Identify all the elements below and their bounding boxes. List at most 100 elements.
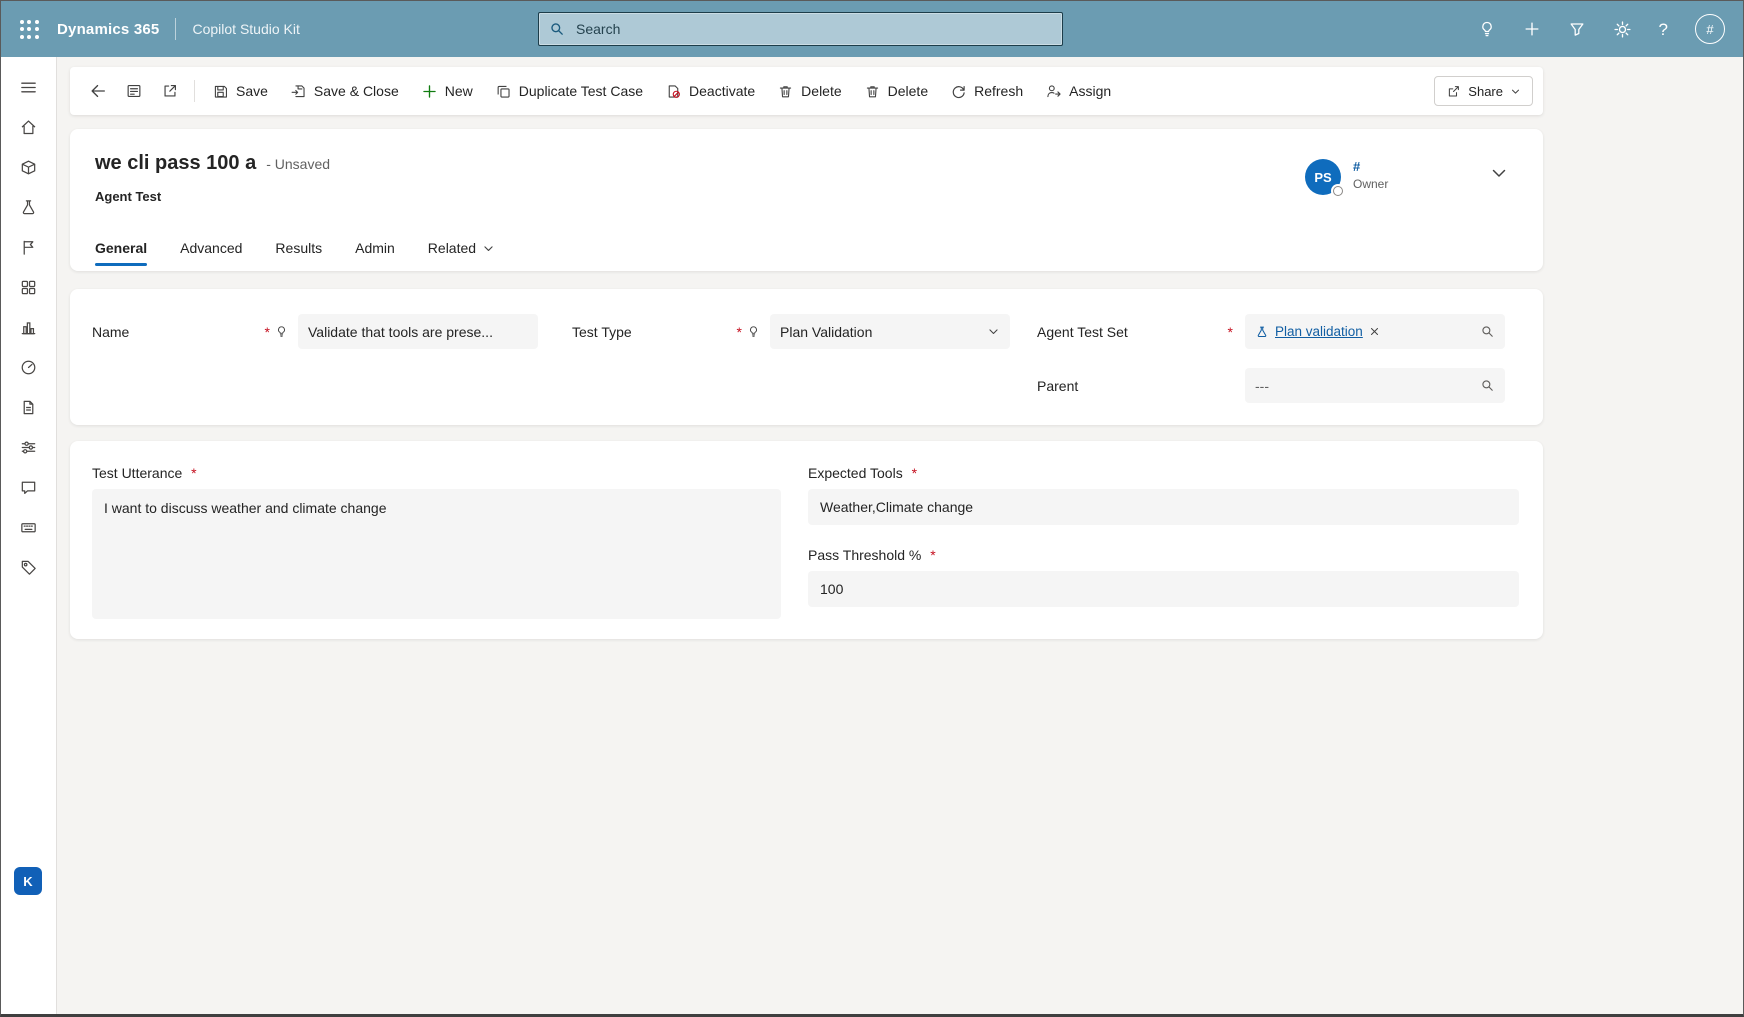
global-search-box[interactable]	[538, 12, 1063, 46]
lightbulb-icon[interactable]	[1478, 20, 1496, 38]
duplicate-test-case-button[interactable]: Duplicate Test Case	[484, 73, 654, 109]
record-save-status: - Unsaved	[266, 156, 331, 172]
filter-icon[interactable]	[1568, 20, 1586, 38]
home-icon[interactable]	[9, 107, 49, 147]
share-button[interactable]: Share	[1434, 76, 1533, 106]
required-marker: *	[191, 465, 197, 481]
user-avatar[interactable]: K	[14, 867, 42, 895]
collapse-header-button[interactable]	[1489, 163, 1509, 183]
save-and-close-button[interactable]: Save & Close	[279, 73, 410, 109]
new-button[interactable]: New	[410, 73, 484, 109]
owner-field[interactable]: PS # Owner	[1305, 159, 1389, 196]
topbar-actions: ? #	[1478, 1, 1725, 57]
refresh-icon	[950, 83, 967, 100]
delete-button-secondary[interactable]: Delete	[853, 73, 939, 109]
form-section-bottom: Test Utterance * I want to discuss weath…	[70, 441, 1543, 639]
box-icon[interactable]	[9, 147, 49, 187]
deactivate-button[interactable]: Deactivate	[654, 73, 766, 109]
form-switcher-button[interactable]	[116, 73, 152, 109]
owner-avatar: PS	[1305, 159, 1343, 196]
search-input[interactable]	[574, 20, 1052, 38]
test-type-dropdown[interactable]: Plan Validation	[770, 314, 1010, 349]
agent-test-set-field-label: Agent Test Set	[1037, 323, 1128, 340]
app-launcher-icon	[19, 19, 39, 39]
record-entity-label: Agent Test	[95, 189, 162, 204]
owner-name[interactable]: #	[1353, 159, 1388, 174]
chevron-down-icon	[987, 325, 1000, 338]
assign-icon	[1045, 83, 1062, 100]
sliders-icon[interactable]	[9, 427, 49, 467]
app-launcher-button[interactable]	[1, 1, 57, 57]
agent-test-set-lookup[interactable]: Plan validation	[1245, 314, 1505, 349]
form-section-top: Name * Test Type * Plan	[70, 289, 1543, 425]
lookup-search-icon[interactable]	[1480, 378, 1495, 393]
tab-general[interactable]: General	[95, 225, 148, 271]
agent-test-set-link[interactable]: Plan validation	[1275, 324, 1363, 339]
help-icon[interactable]: ?	[1659, 21, 1668, 38]
parent-lookup[interactable]: ---	[1245, 368, 1505, 403]
hint-lightbulb-icon[interactable]	[275, 325, 288, 338]
trash-icon	[864, 83, 881, 100]
save-icon	[212, 83, 229, 100]
record-header-card: we cli pass 100 a - Unsaved Agent Test P…	[70, 129, 1543, 271]
left-sidebar: K	[1, 57, 57, 1014]
document-icon[interactable]	[9, 387, 49, 427]
share-icon	[1446, 84, 1461, 99]
top-navigation-bar: Dynamics 365 Copilot Studio Kit Search ?…	[1, 1, 1743, 57]
menu-icon[interactable]	[9, 67, 49, 107]
account-avatar[interactable]: #	[1695, 14, 1725, 44]
deactivate-icon	[665, 83, 682, 100]
test-utterance-field-label: Test Utterance	[92, 465, 183, 481]
tab-results[interactable]: Results	[275, 225, 322, 271]
chevron-down-icon	[482, 242, 495, 255]
presence-indicator-icon	[1333, 186, 1343, 196]
hint-lightbulb-icon[interactable]	[747, 325, 760, 338]
brand-title[interactable]: Dynamics 365	[57, 21, 159, 38]
remove-lookup-icon[interactable]	[1369, 326, 1380, 337]
search-icon	[549, 21, 565, 37]
back-button[interactable]	[80, 73, 116, 109]
tab-admin[interactable]: Admin	[355, 225, 395, 271]
pass-threshold-input[interactable]	[808, 571, 1519, 607]
save-button[interactable]: Save	[201, 73, 279, 109]
parent-field-label: Parent	[1037, 377, 1079, 394]
refresh-button[interactable]: Refresh	[939, 73, 1034, 109]
back-arrow-icon	[89, 82, 107, 100]
tag-icon[interactable]	[9, 547, 49, 587]
expected-tools-field-label: Expected Tools	[808, 465, 903, 481]
expected-tools-input[interactable]	[808, 489, 1519, 525]
tab-related[interactable]: Related	[428, 225, 495, 271]
chat-icon[interactable]	[9, 467, 49, 507]
form-switcher-icon	[125, 82, 143, 100]
flag-icon[interactable]	[9, 227, 49, 267]
required-marker: *	[1227, 323, 1233, 340]
save-and-close-icon	[290, 83, 307, 100]
duplicate-icon	[495, 83, 512, 100]
required-marker: *	[911, 465, 918, 481]
required-marker: *	[736, 323, 742, 340]
gear-icon[interactable]	[1613, 20, 1632, 39]
app-name[interactable]: Copilot Studio Kit	[192, 21, 299, 37]
owner-role-label: Owner	[1353, 177, 1389, 191]
apps-grid-icon[interactable]	[9, 267, 49, 307]
required-marker: *	[264, 323, 270, 340]
gauge-icon[interactable]	[9, 347, 49, 387]
trash-icon	[777, 83, 794, 100]
required-marker: *	[930, 547, 936, 563]
lookup-search-icon[interactable]	[1480, 324, 1495, 339]
tab-advanced[interactable]: Advanced	[180, 225, 242, 271]
plus-icon[interactable]	[1523, 20, 1541, 38]
name-field-label: Name	[92, 323, 130, 340]
test-flask-icon[interactable]	[9, 187, 49, 227]
test-type-value: Plan Validation	[780, 323, 873, 340]
delete-button[interactable]: Delete	[766, 73, 852, 109]
assign-button[interactable]: Assign	[1034, 73, 1122, 109]
parent-value: ---	[1255, 377, 1269, 394]
form-tabs: General Advanced Results Admin Related	[95, 225, 495, 271]
chevron-down-icon	[1510, 86, 1521, 97]
keyboard-icon[interactable]	[9, 507, 49, 547]
popout-button[interactable]	[152, 73, 188, 109]
name-input[interactable]	[298, 314, 538, 349]
test-utterance-textarea[interactable]: I want to discuss weather and climate ch…	[92, 489, 781, 619]
bar-chart-icon[interactable]	[9, 307, 49, 347]
